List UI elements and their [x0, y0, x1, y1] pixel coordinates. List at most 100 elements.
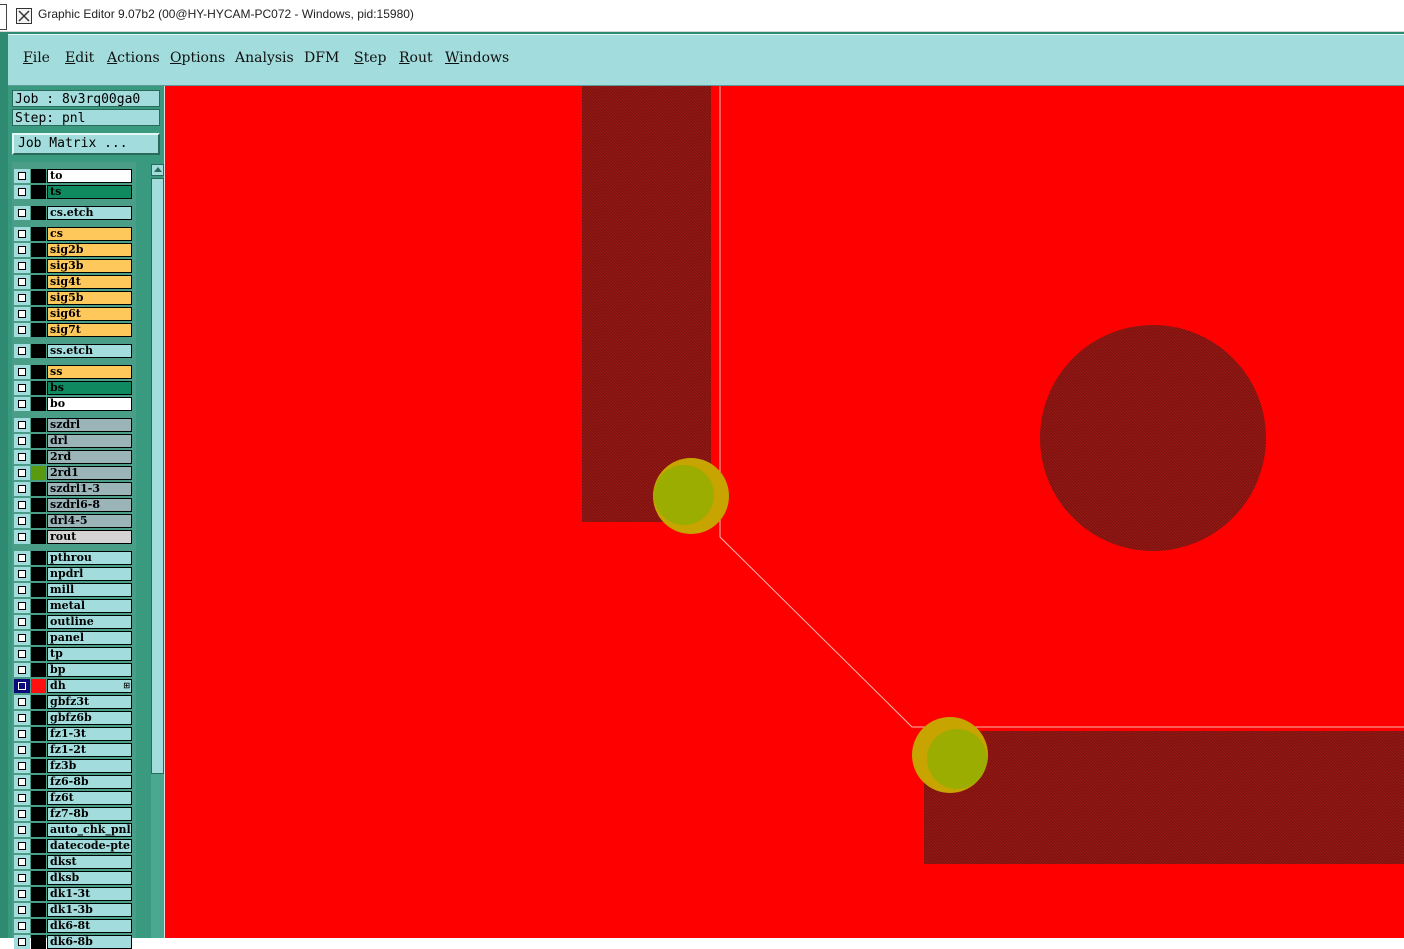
layer-name[interactable]: dk1-3t: [47, 887, 132, 901]
menu-actions[interactable]: Actions: [107, 50, 160, 66]
layer-color-swatch[interactable]: [31, 169, 46, 183]
layer-name[interactable]: fz1-3t: [47, 727, 132, 741]
layer-name[interactable]: cs.etch: [47, 206, 132, 220]
layer-name[interactable]: dk1-3b: [47, 903, 132, 917]
layer-checkbox[interactable]: [14, 711, 30, 725]
layer-name[interactable]: sig2b: [47, 243, 132, 257]
layer-color-swatch[interactable]: [31, 466, 46, 480]
layer-name[interactable]: 2rd1: [47, 466, 132, 480]
layer-name[interactable]: pthrou: [47, 551, 132, 565]
layer-color-swatch[interactable]: [31, 855, 46, 869]
layer-row[interactable]: tp: [14, 647, 132, 661]
layer-checkbox[interactable]: [14, 291, 30, 305]
layer-color-swatch[interactable]: [31, 397, 46, 411]
layer-color-swatch[interactable]: [31, 839, 46, 853]
layer-checkbox[interactable]: [14, 791, 30, 805]
layer-row[interactable]: fz6t: [14, 791, 132, 805]
layer-color-swatch[interactable]: [31, 791, 46, 805]
layer-color-swatch[interactable]: [31, 530, 46, 544]
layer-row[interactable]: cs: [14, 227, 132, 241]
layer-row[interactable]: bs: [14, 381, 132, 395]
layer-color-swatch[interactable]: [31, 599, 46, 613]
layer-checkbox[interactable]: [14, 185, 30, 199]
layer-color-swatch[interactable]: [31, 935, 46, 949]
layer-name[interactable]: fz3b: [47, 759, 132, 773]
layer-checkbox[interactable]: [14, 743, 30, 757]
layer-row[interactable]: dk6-8t: [14, 919, 132, 933]
layer-row[interactable]: szdrl1-3: [14, 482, 132, 496]
layer-color-swatch[interactable]: [31, 275, 46, 289]
layer-row[interactable]: npdrl: [14, 567, 132, 581]
menu-windows[interactable]: Windows: [445, 50, 509, 66]
layer-color-swatch[interactable]: [31, 807, 46, 821]
scroll-thumb[interactable]: [151, 178, 164, 774]
layer-row[interactable]: fz1-2t: [14, 743, 132, 757]
layer-checkbox[interactable]: [14, 679, 30, 693]
layer-row[interactable]: 2rd1: [14, 466, 132, 480]
layer-checkbox[interactable]: [14, 935, 30, 949]
layer-color-swatch[interactable]: [31, 615, 46, 629]
layer-checkbox[interactable]: [14, 206, 30, 220]
layer-name[interactable]: bo: [47, 397, 132, 411]
layer-checkbox[interactable]: [14, 275, 30, 289]
layer-row[interactable]: sig5b: [14, 291, 132, 305]
layer-color-swatch[interactable]: [31, 903, 46, 917]
menu-file[interactable]: File: [23, 50, 50, 66]
layer-color-swatch[interactable]: [31, 551, 46, 565]
layer-row[interactable]: to: [14, 169, 132, 183]
layer-color-swatch[interactable]: [31, 583, 46, 597]
layer-row[interactable]: dksb: [14, 871, 132, 885]
layer-row[interactable]: sig7t: [14, 323, 132, 337]
layer-name[interactable]: 2rd: [47, 450, 132, 464]
layer-checkbox[interactable]: [14, 381, 30, 395]
layer-checkbox[interactable]: [14, 307, 30, 321]
menu-analysis[interactable]: Analysis: [235, 50, 294, 66]
layer-row[interactable]: dh ⊞: [14, 679, 132, 693]
layer-color-swatch[interactable]: [31, 679, 46, 693]
layer-row[interactable]: bp: [14, 663, 132, 677]
job-matrix-button[interactable]: Job Matrix ...: [12, 133, 160, 155]
layer-checkbox[interactable]: [14, 498, 30, 512]
layer-checkbox[interactable]: [14, 243, 30, 257]
layer-name[interactable]: sig4t: [47, 275, 132, 289]
layer-color-swatch[interactable]: [31, 514, 46, 528]
layer-color-swatch[interactable]: [31, 871, 46, 885]
layer-name[interactable]: dk6-8b: [47, 935, 132, 949]
layer-row[interactable]: ss: [14, 365, 132, 379]
layer-checkbox[interactable]: [14, 397, 30, 411]
layer-color-swatch[interactable]: [31, 185, 46, 199]
layer-checkbox[interactable]: [14, 823, 30, 837]
layer-row[interactable]: datecode-pte: [14, 839, 132, 853]
layer-color-swatch[interactable]: [31, 344, 46, 358]
layer-name[interactable]: drl4-5: [47, 514, 132, 528]
layer-name[interactable]: auto_chk_pnl: [47, 823, 132, 837]
layer-row[interactable]: fz3b: [14, 759, 132, 773]
layer-name[interactable]: ss.etch: [47, 344, 132, 358]
layer-checkbox[interactable]: [14, 514, 30, 528]
layer-row[interactable]: pthrou: [14, 551, 132, 565]
layer-checkbox[interactable]: [14, 855, 30, 869]
layer-name[interactable]: szdrl1-3: [47, 482, 132, 496]
layer-color-swatch[interactable]: [31, 647, 46, 661]
layer-color-swatch[interactable]: [31, 482, 46, 496]
layer-color-swatch[interactable]: [31, 663, 46, 677]
layer-row[interactable]: rout: [14, 530, 132, 544]
layer-row[interactable]: sig3b: [14, 259, 132, 273]
layer-name[interactable]: dh ⊞: [47, 679, 132, 693]
layer-color-swatch[interactable]: [31, 381, 46, 395]
layer-color-swatch[interactable]: [31, 206, 46, 220]
layer-checkbox[interactable]: [14, 482, 30, 496]
layer-row[interactable]: outline: [14, 615, 132, 629]
layer-row[interactable]: dkst: [14, 855, 132, 869]
layer-checkbox[interactable]: [14, 259, 30, 273]
layer-color-swatch[interactable]: [31, 227, 46, 241]
menu-options[interactable]: Options: [170, 50, 225, 66]
layer-row[interactable]: fz7-8b: [14, 807, 132, 821]
layer-name[interactable]: szdrl: [47, 418, 132, 432]
scroll-up-arrow-icon[interactable]: [151, 164, 164, 176]
layer-checkbox[interactable]: [14, 323, 30, 337]
layer-checkbox[interactable]: [14, 227, 30, 241]
layer-color-swatch[interactable]: [31, 759, 46, 773]
layer-color-swatch[interactable]: [31, 365, 46, 379]
layer-color-swatch[interactable]: [31, 743, 46, 757]
